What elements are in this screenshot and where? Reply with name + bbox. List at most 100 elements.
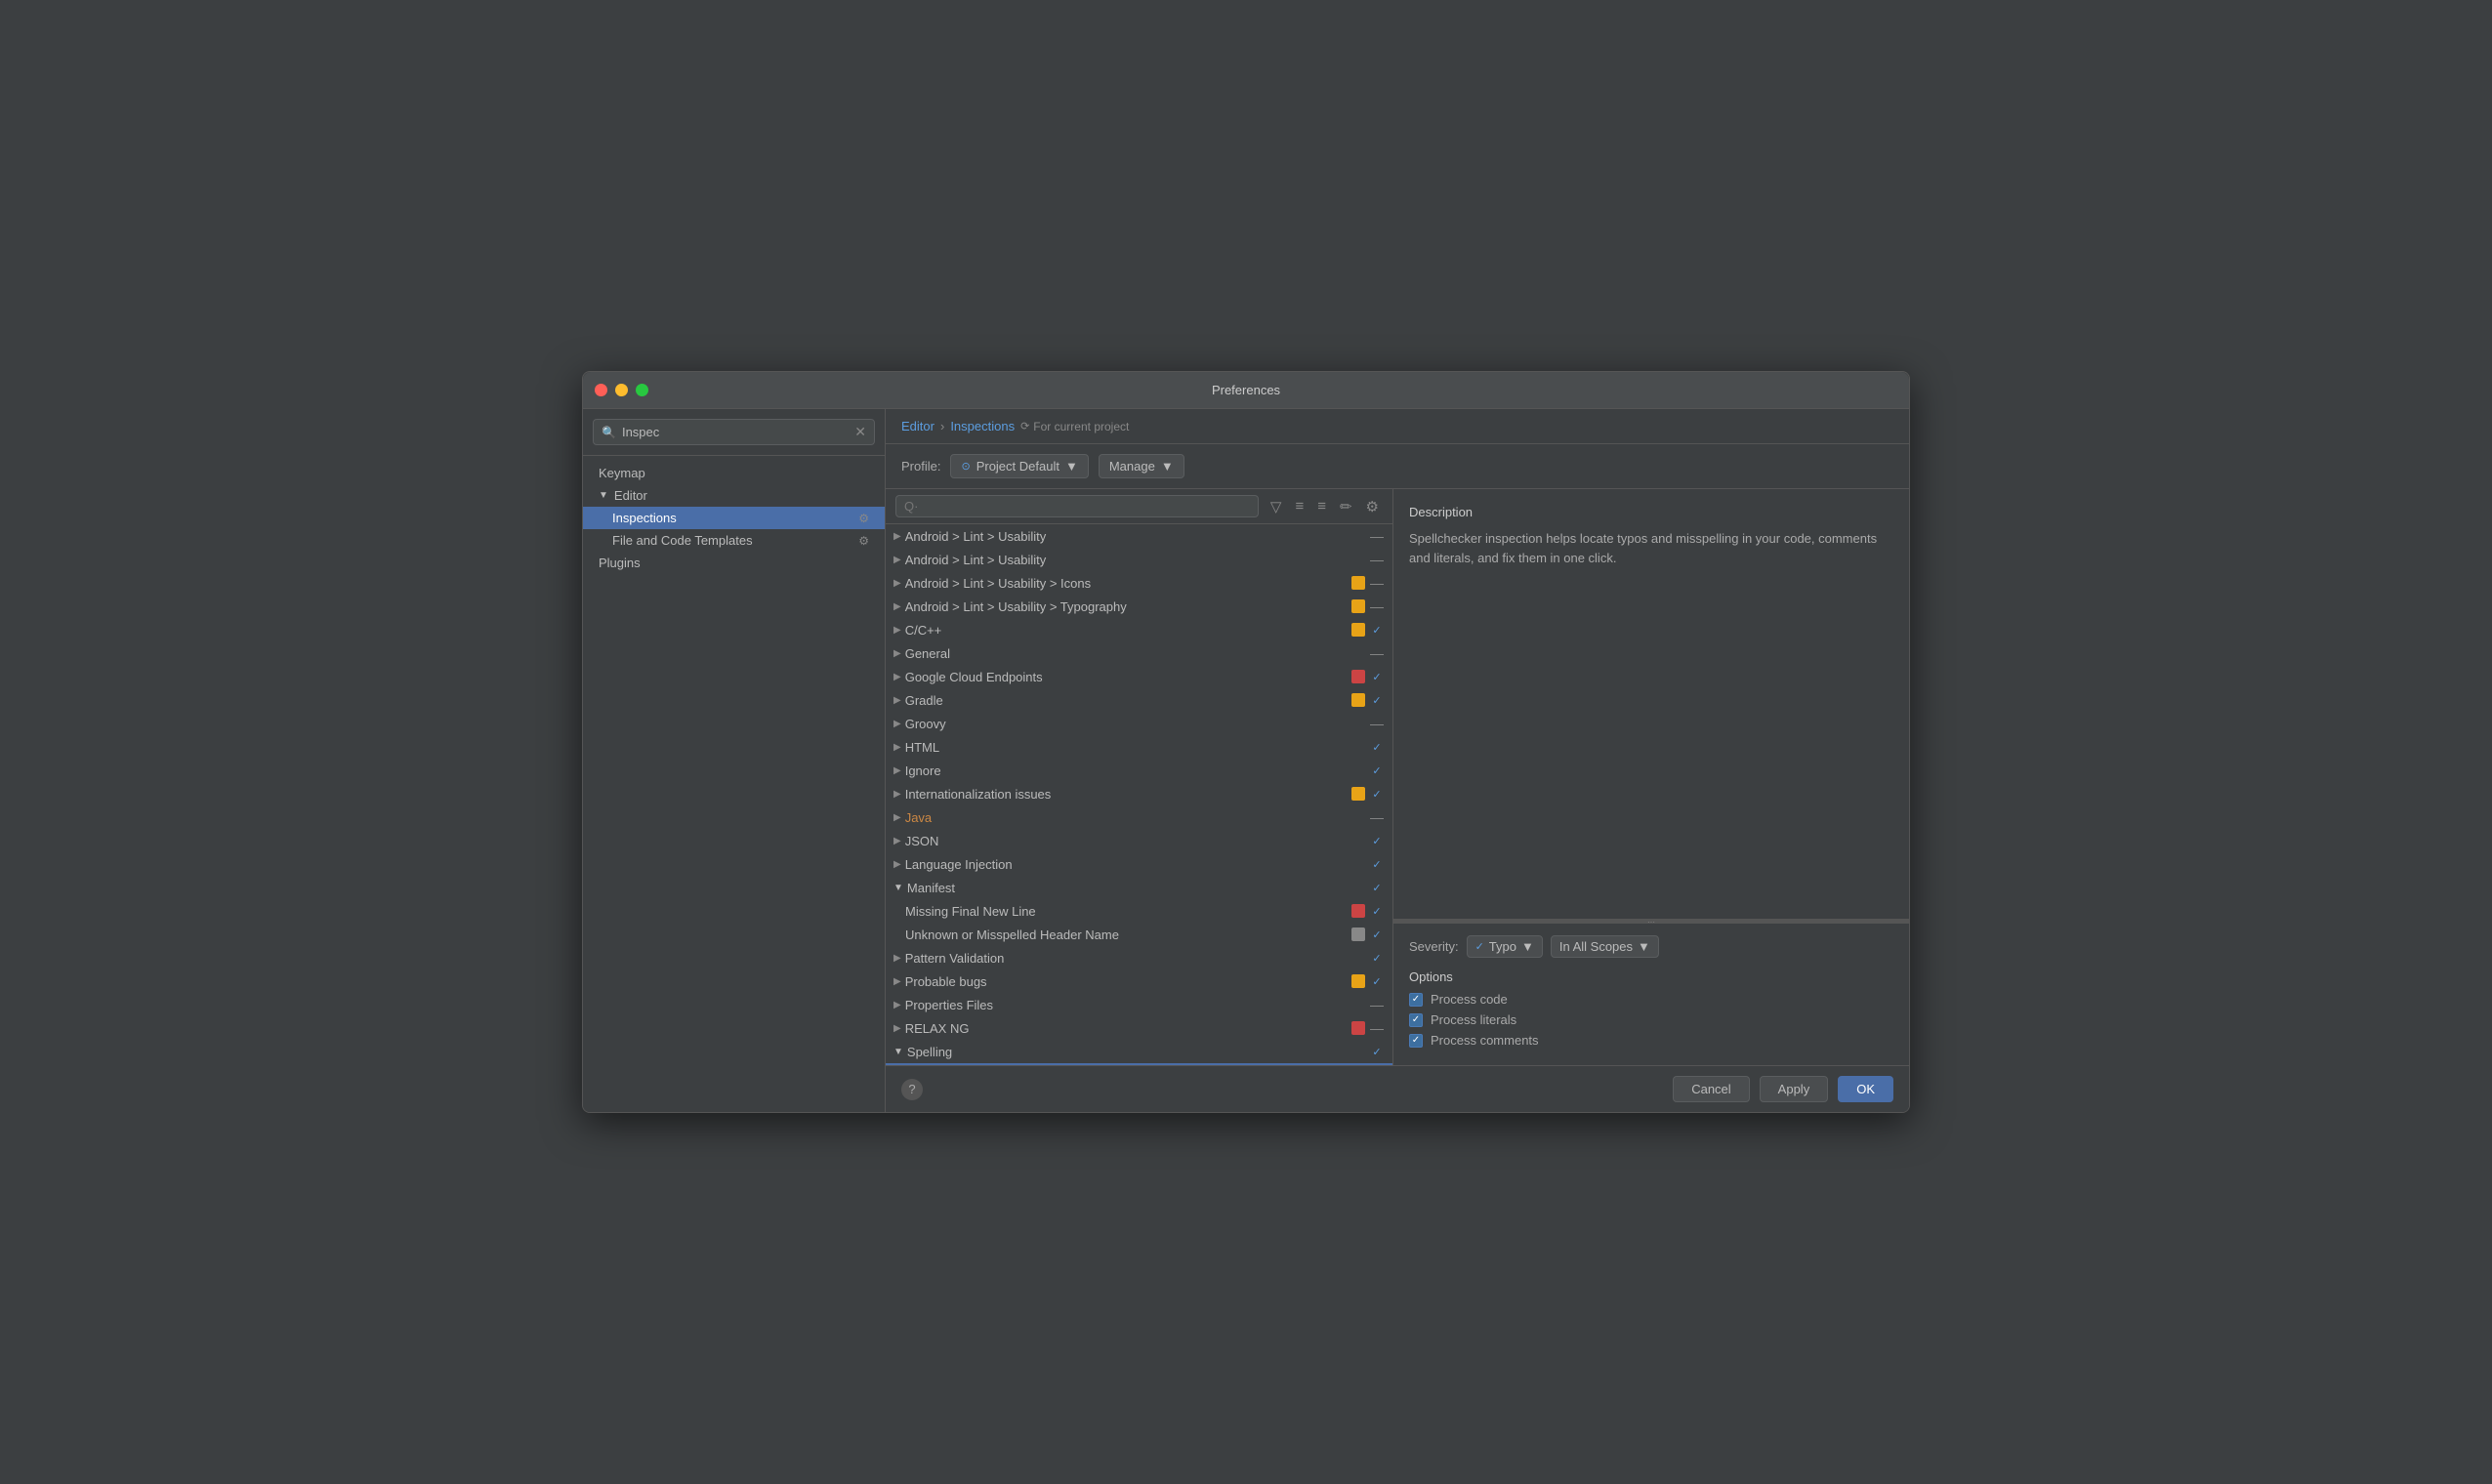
filter-input[interactable] [904,499,1250,514]
tree-item-label: JSON [905,834,1369,848]
scope-dropdown[interactable]: In All Scopes ▼ [1551,935,1659,958]
tree-item-label: Spelling [907,1045,1369,1059]
check-icon: ✓ [1369,880,1385,895]
cancel-button[interactable]: Cancel [1673,1076,1749,1102]
profile-dropdown-arrow: ▼ [1065,459,1078,474]
profile-icon: ⊙ [961,460,970,473]
gear-icon[interactable]: ⚙ [1362,496,1383,517]
tree-item[interactable]: ▶ Internationalization issues ✓ [886,782,1392,805]
dash-icon: — [1369,716,1385,731]
filter-input-wrapper[interactable] [895,495,1259,517]
tree-item[interactable]: Unknown or Misspelled Header Name ✓ [886,923,1392,946]
severity-color [1351,599,1365,613]
breadcrumb: Editor › Inspections For current project [886,409,1909,444]
sidebar-search-input[interactable] [622,425,849,439]
clear-icon[interactable]: ✕ [854,424,866,440]
filter-icons: ▽ ≡ ≡ ✏ ⚙ [1267,496,1383,517]
tree-item-label: Ignore [905,763,1369,778]
tree-item[interactable]: ▶ General — [886,641,1392,665]
check-icon: ✓ [1369,692,1385,708]
tree-item-label: Groovy [905,717,1369,731]
tree-item-label: Gradle [905,693,1351,708]
tree-item-label: Unknown or Misspelled Header Name [905,928,1351,942]
tree-item[interactable]: ▶ JSON ✓ [886,829,1392,852]
tree-arrow-icon: ▶ [893,648,901,659]
scope-arrow: ▼ [1638,939,1650,954]
check-icon: ✓ [1369,669,1385,684]
tree-item[interactable]: ▶ Android > Lint > Usability > Icons — [886,571,1392,595]
process-literals-checkbox[interactable] [1409,1013,1423,1027]
check-icon: ✓ [1369,1044,1385,1059]
sidebar-item-label: Inspections [612,511,677,525]
tree-arrow-icon: ▶ [893,672,901,682]
highlight-icon[interactable]: ✏ [1336,496,1356,517]
help-button[interactable]: ? [901,1079,923,1100]
process-comments-checkbox[interactable] [1409,1034,1423,1048]
check-icon: ✓ [1369,622,1385,638]
tree-item[interactable]: ▶ Probable bugs ✓ [886,969,1392,993]
sidebar-item-keymap[interactable]: Keymap [583,462,885,484]
sidebar-nav: Keymap ▼ Editor Inspections ⚙ File and C… [583,456,885,1112]
tree-item[interactable]: ▶ Language Injection ✓ [886,852,1392,876]
tree-item[interactable]: ▼ Manifest ✓ [886,876,1392,899]
filter-icon[interactable]: ▽ [1267,496,1286,517]
sidebar-item-editor[interactable]: ▼ Editor [583,484,885,507]
severity-label: Severity: [1409,939,1459,954]
inspections-tree: ▶ Android > Lint > Usability — ▶ Android… [886,524,1392,1065]
tree-item[interactable]: ▶ Google Cloud Endpoints ✓ [886,665,1392,688]
tree-item[interactable]: ▶ RELAX NG — [886,1016,1392,1040]
sidebar: 🔍 ✕ Keymap ▼ Editor Inspections ⚙ [583,409,886,1112]
tree-item-spelling[interactable]: ▼ Spelling ✓ [886,1040,1392,1063]
close-button[interactable] [595,384,607,396]
process-code-label: Process code [1431,992,1508,1007]
manage-button[interactable]: Manage ▼ [1099,454,1184,478]
process-literals-label: Process literals [1431,1012,1516,1027]
tree-item[interactable]: ▶ Android > Lint > Usability — [886,548,1392,571]
maximize-button[interactable] [636,384,648,396]
sidebar-item-plugins[interactable]: Plugins [583,552,885,574]
tree-item[interactable]: ▶ HTML ✓ [886,735,1392,759]
tree-item[interactable]: ▶ Java — [886,805,1392,829]
tree-item[interactable]: Missing Final New Line ✓ [886,899,1392,923]
tree-arrow-icon: ▶ [893,953,901,964]
description-title: Description [1409,505,1893,519]
severity-dropdown[interactable]: ✓ Typo ▼ [1467,935,1543,958]
settings-icon[interactable]: ⚙ [858,512,869,525]
apply-button[interactable]: Apply [1760,1076,1829,1102]
tree-item[interactable]: ▶ Android > Lint > Usability — [886,524,1392,548]
tree-item-label: C/C++ [905,623,1351,638]
collapse-all-icon[interactable]: ≡ [1313,496,1330,516]
sidebar-search-bar: 🔍 ✕ [583,409,885,456]
settings-icon[interactable]: ⚙ [858,534,869,548]
tree-item[interactable]: ▶ Groovy — [886,712,1392,735]
expand-all-icon[interactable]: ≡ [1291,496,1308,516]
severity-color [1351,576,1365,590]
severity-arrow: ▼ [1521,939,1534,954]
sidebar-item-inspections[interactable]: Inspections ⚙ [583,507,885,529]
tree-item-label: Android > Lint > Usability > Typography [905,599,1351,614]
tree-item-label: General [905,646,1369,661]
tree-arrow-icon: ▶ [893,976,901,987]
sidebar-item-file-code-templates[interactable]: File and Code Templates ⚙ [583,529,885,552]
tree-arrow-icon: ▶ [893,742,901,753]
tree-item[interactable]: ▶ Gradle ✓ [886,688,1392,712]
breadcrumb-editor-link[interactable]: Editor [901,419,934,433]
check-icon: ✓ [1369,903,1385,919]
ok-button[interactable]: OK [1838,1076,1893,1102]
tree-arrow-icon: ▶ [893,695,901,706]
severity-color [1351,904,1365,918]
tree-item-label: Missing Final New Line [905,904,1351,919]
tree-item[interactable]: ▶ Pattern Validation ✓ [886,946,1392,969]
process-code-checkbox[interactable] [1409,993,1423,1007]
tree-item[interactable]: ▶ Properties Files — [886,993,1392,1016]
sidebar-item-label: File and Code Templates [612,533,753,548]
sidebar-search-wrapper[interactable]: 🔍 ✕ [593,419,875,445]
tree-item[interactable]: ▶ Android > Lint > Usability > Typograph… [886,595,1392,618]
tree-item[interactable]: ▶ C/C++ ✓ [886,618,1392,641]
minimize-button[interactable] [615,384,628,396]
tree-arrow-icon: ▶ [893,812,901,823]
profile-dropdown[interactable]: ⊙ Project Default ▼ [950,454,1088,478]
tree-item[interactable]: ▶ Ignore ✓ [886,759,1392,782]
severity-color [1351,623,1365,637]
check-icon: ✓ [1369,763,1385,778]
